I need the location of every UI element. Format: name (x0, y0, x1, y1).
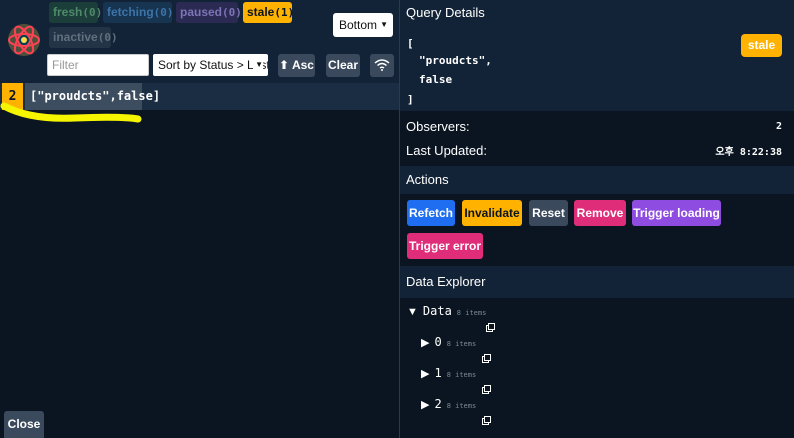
code-line: false (419, 73, 453, 86)
clear-button[interactable]: Clear (326, 54, 360, 77)
sort-select-value: Sort by Status > Last Updated (158, 58, 268, 72)
badge-count: (0) (97, 31, 118, 44)
badge-count: (0) (82, 6, 103, 19)
trigger-error-button[interactable]: Trigger error (407, 233, 483, 259)
copy-icon[interactable] (482, 416, 491, 425)
caret-down-icon: ▼ (407, 306, 418, 318)
tree-item-data[interactable]: ▼ Data 8 items (407, 304, 486, 318)
query-details-header: Query Details (400, 0, 794, 25)
wifi-icon (374, 59, 390, 71)
close-button[interactable]: Close (4, 411, 44, 438)
tree-item-count: 8 items (456, 309, 487, 317)
badge-label: fresh (53, 5, 83, 19)
copy-icon[interactable] (482, 385, 491, 394)
status-badge-inactive: inactive(0) (49, 27, 118, 48)
copy-icon[interactable] (482, 354, 491, 363)
tree-item-2[interactable]: ▶ 2 8 items (421, 397, 476, 411)
tree-item-count: 8 items (446, 402, 477, 410)
badge-count: (1) (274, 6, 295, 19)
position-select[interactable]: Bottom ▼ (333, 13, 393, 37)
remove-button[interactable]: Remove (574, 200, 626, 226)
observers-label: Observers: (406, 119, 470, 134)
invalidate-button[interactable]: Invalidate (462, 200, 522, 226)
observers-value: 2 (775, 121, 782, 132)
sort-select[interactable]: Sort by Status > Last Updated ▼ (153, 54, 268, 76)
badge-count: (0) (222, 6, 242, 19)
code-line: "proudcts", (419, 54, 492, 67)
trigger-loading-button[interactable]: Trigger loading (632, 200, 721, 226)
status-badge: stale (741, 34, 782, 57)
position-select-value: Bottom (339, 18, 378, 32)
refetch-button[interactable]: Refetch (407, 200, 455, 226)
badge-label: fetching (107, 5, 154, 19)
badge-label: inactive (53, 30, 98, 44)
status-badge-paused: paused(0) (176, 2, 242, 23)
badge-label: stale (247, 5, 275, 19)
devtools-toolbar: fresh(0) fetching(0) paused(0) stale(1) … (0, 0, 399, 83)
tree-item-name: 1 (434, 366, 442, 380)
tree-item-count: 8 items (446, 371, 477, 379)
react-query-devtools: fresh(0) fetching(0) paused(0) stale(1) … (0, 0, 794, 438)
filter-input[interactable]: Filter (47, 54, 149, 76)
annotation-highlight (0, 102, 142, 123)
code-line: ] (407, 93, 414, 106)
tree-item-name: Data (422, 304, 452, 318)
query-list-panel: fresh(0) fetching(0) paused(0) stale(1) … (0, 0, 399, 438)
tree-item-count: 8 items (446, 340, 477, 348)
tree-item-0[interactable]: ▶ 0 8 items (421, 335, 476, 349)
chevron-down-icon: ▼ (380, 20, 388, 29)
caret-right-icon: ▶ (421, 337, 430, 349)
copy-icon[interactable] (486, 323, 495, 332)
caret-right-icon: ▶ (421, 399, 430, 411)
query-key-code: [ "proudcts", false ] (400, 25, 794, 111)
status-badge-fresh: fresh(0) (49, 2, 102, 23)
status-badge-stale: stale(1) (243, 2, 295, 23)
tree-item-name: 2 (434, 397, 442, 411)
data-explorer: ▼ Data 8 items ▶ 0 8 items ▶ 1 8 items ▶ 2 8 ite… (400, 298, 794, 438)
query-details-panel: Query Details [ "proudcts", false ] stal… (399, 0, 794, 438)
badge-count: (0) (153, 6, 174, 19)
actions-header: Actions (400, 166, 794, 194)
react-query-logo-icon[interactable] (6, 22, 42, 58)
last-updated-value: 오후 8:22:38 (715, 147, 782, 158)
caret-right-icon: ▶ (421, 368, 430, 380)
code-line: [ (407, 37, 414, 50)
reset-button[interactable]: Reset (529, 200, 568, 226)
badge-label: paused (180, 5, 223, 19)
status-badge-fetching: fetching(0) (103, 2, 174, 23)
last-updated-label: Last Updated: (406, 143, 487, 158)
tree-item-name: 0 (434, 335, 442, 349)
sort-direction-button[interactable]: ⬆ Asc (278, 54, 315, 77)
online-toggle-button[interactable] (370, 54, 394, 77)
data-explorer-header: Data Explorer (400, 266, 794, 298)
tree-item-1[interactable]: ▶ 1 8 items (421, 366, 476, 380)
chevron-down-icon: ▼ (253, 54, 263, 76)
